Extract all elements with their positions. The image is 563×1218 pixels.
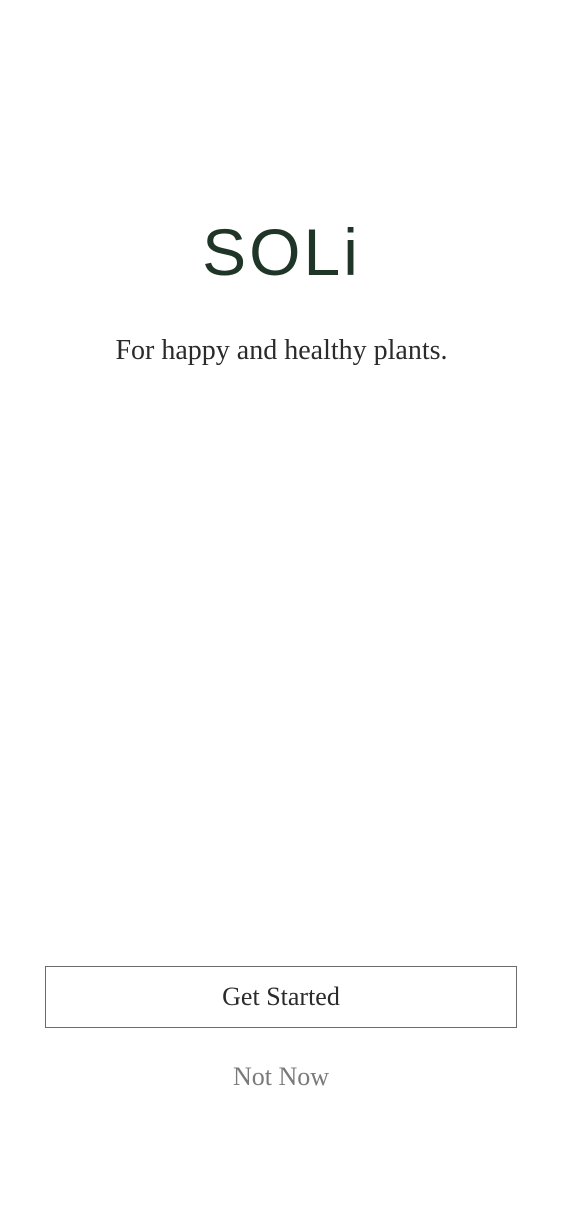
- tagline: For happy and healthy plants.: [115, 335, 448, 366]
- welcome-screen: SOLi For happy and healthy plants. Get S…: [0, 0, 563, 1218]
- get-started-label: Get Started: [222, 982, 340, 1011]
- not-now-label: Not Now: [232, 1062, 330, 1091]
- app-logo: SOLi: [202, 215, 361, 289]
- get-started-button[interactable]: Get Started: [45, 966, 517, 1028]
- not-now-button[interactable]: Not Now: [181, 1057, 381, 1097]
